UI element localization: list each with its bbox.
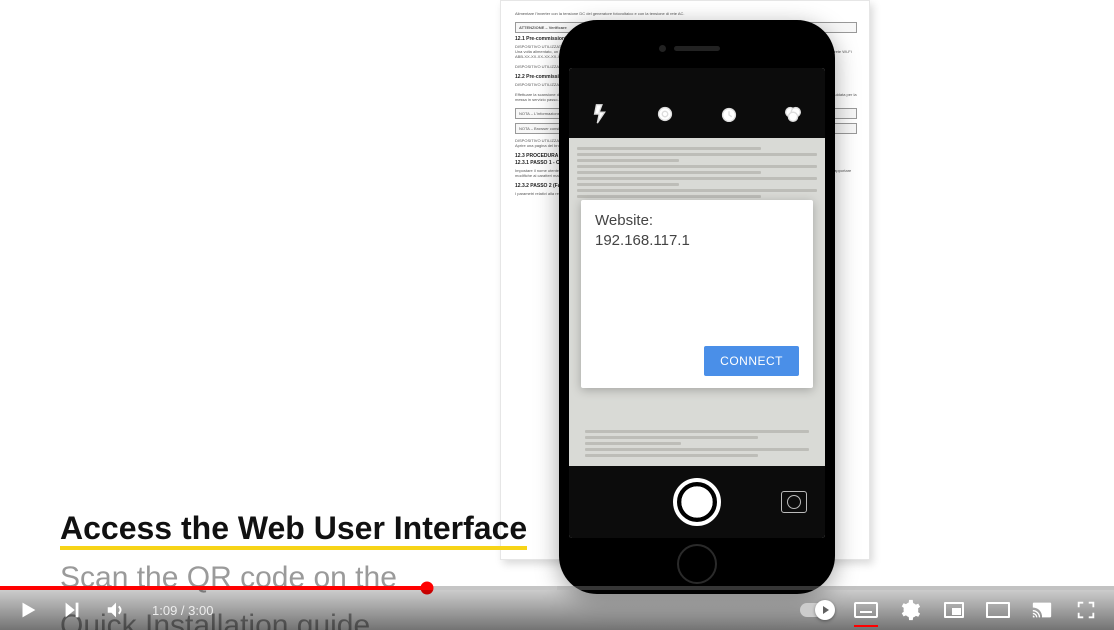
shutter-button[interactable]: [673, 478, 721, 526]
video-controls: 1:09 / 3:00: [0, 590, 1114, 630]
popup-value: 192.168.117.1: [595, 232, 799, 249]
connect-button[interactable]: CONNECT: [704, 346, 799, 376]
next-button[interactable]: [60, 598, 84, 622]
fullscreen-button[interactable]: [1074, 598, 1098, 622]
switch-camera-icon[interactable]: [781, 491, 807, 513]
theater-mode-button[interactable]: [986, 598, 1010, 622]
cast-button[interactable]: [1030, 598, 1054, 622]
phone-screen: Website: 192.168.117.1 CONNECT: [569, 68, 825, 538]
qr-result-popup: Website: 192.168.117.1 CONNECT: [581, 200, 813, 388]
autoplay-toggle[interactable]: [800, 603, 834, 617]
miniplayer-button[interactable]: [942, 598, 966, 622]
smartphone-mockup: Website: 192.168.117.1 CONNECT: [559, 20, 835, 594]
flash-icon[interactable]: [589, 102, 613, 126]
popup-label: Website:: [595, 212, 799, 229]
play-button[interactable]: [16, 598, 40, 622]
camera-shutter-bar: [569, 466, 825, 538]
timer-icon[interactable]: [717, 102, 741, 126]
home-button[interactable]: [677, 544, 717, 584]
volume-button[interactable]: [104, 598, 128, 622]
hdr-icon[interactable]: [653, 102, 677, 126]
camera-toolbar: [569, 68, 825, 138]
camera-viewport: Website: 192.168.117.1 CONNECT: [569, 138, 825, 466]
time-display: 1:09 / 3:00: [152, 603, 213, 618]
captions-button[interactable]: [854, 598, 878, 622]
filters-icon[interactable]: [781, 102, 805, 126]
settings-button[interactable]: [898, 598, 922, 622]
caption-line-1: Access the Web User Interface: [60, 510, 527, 550]
